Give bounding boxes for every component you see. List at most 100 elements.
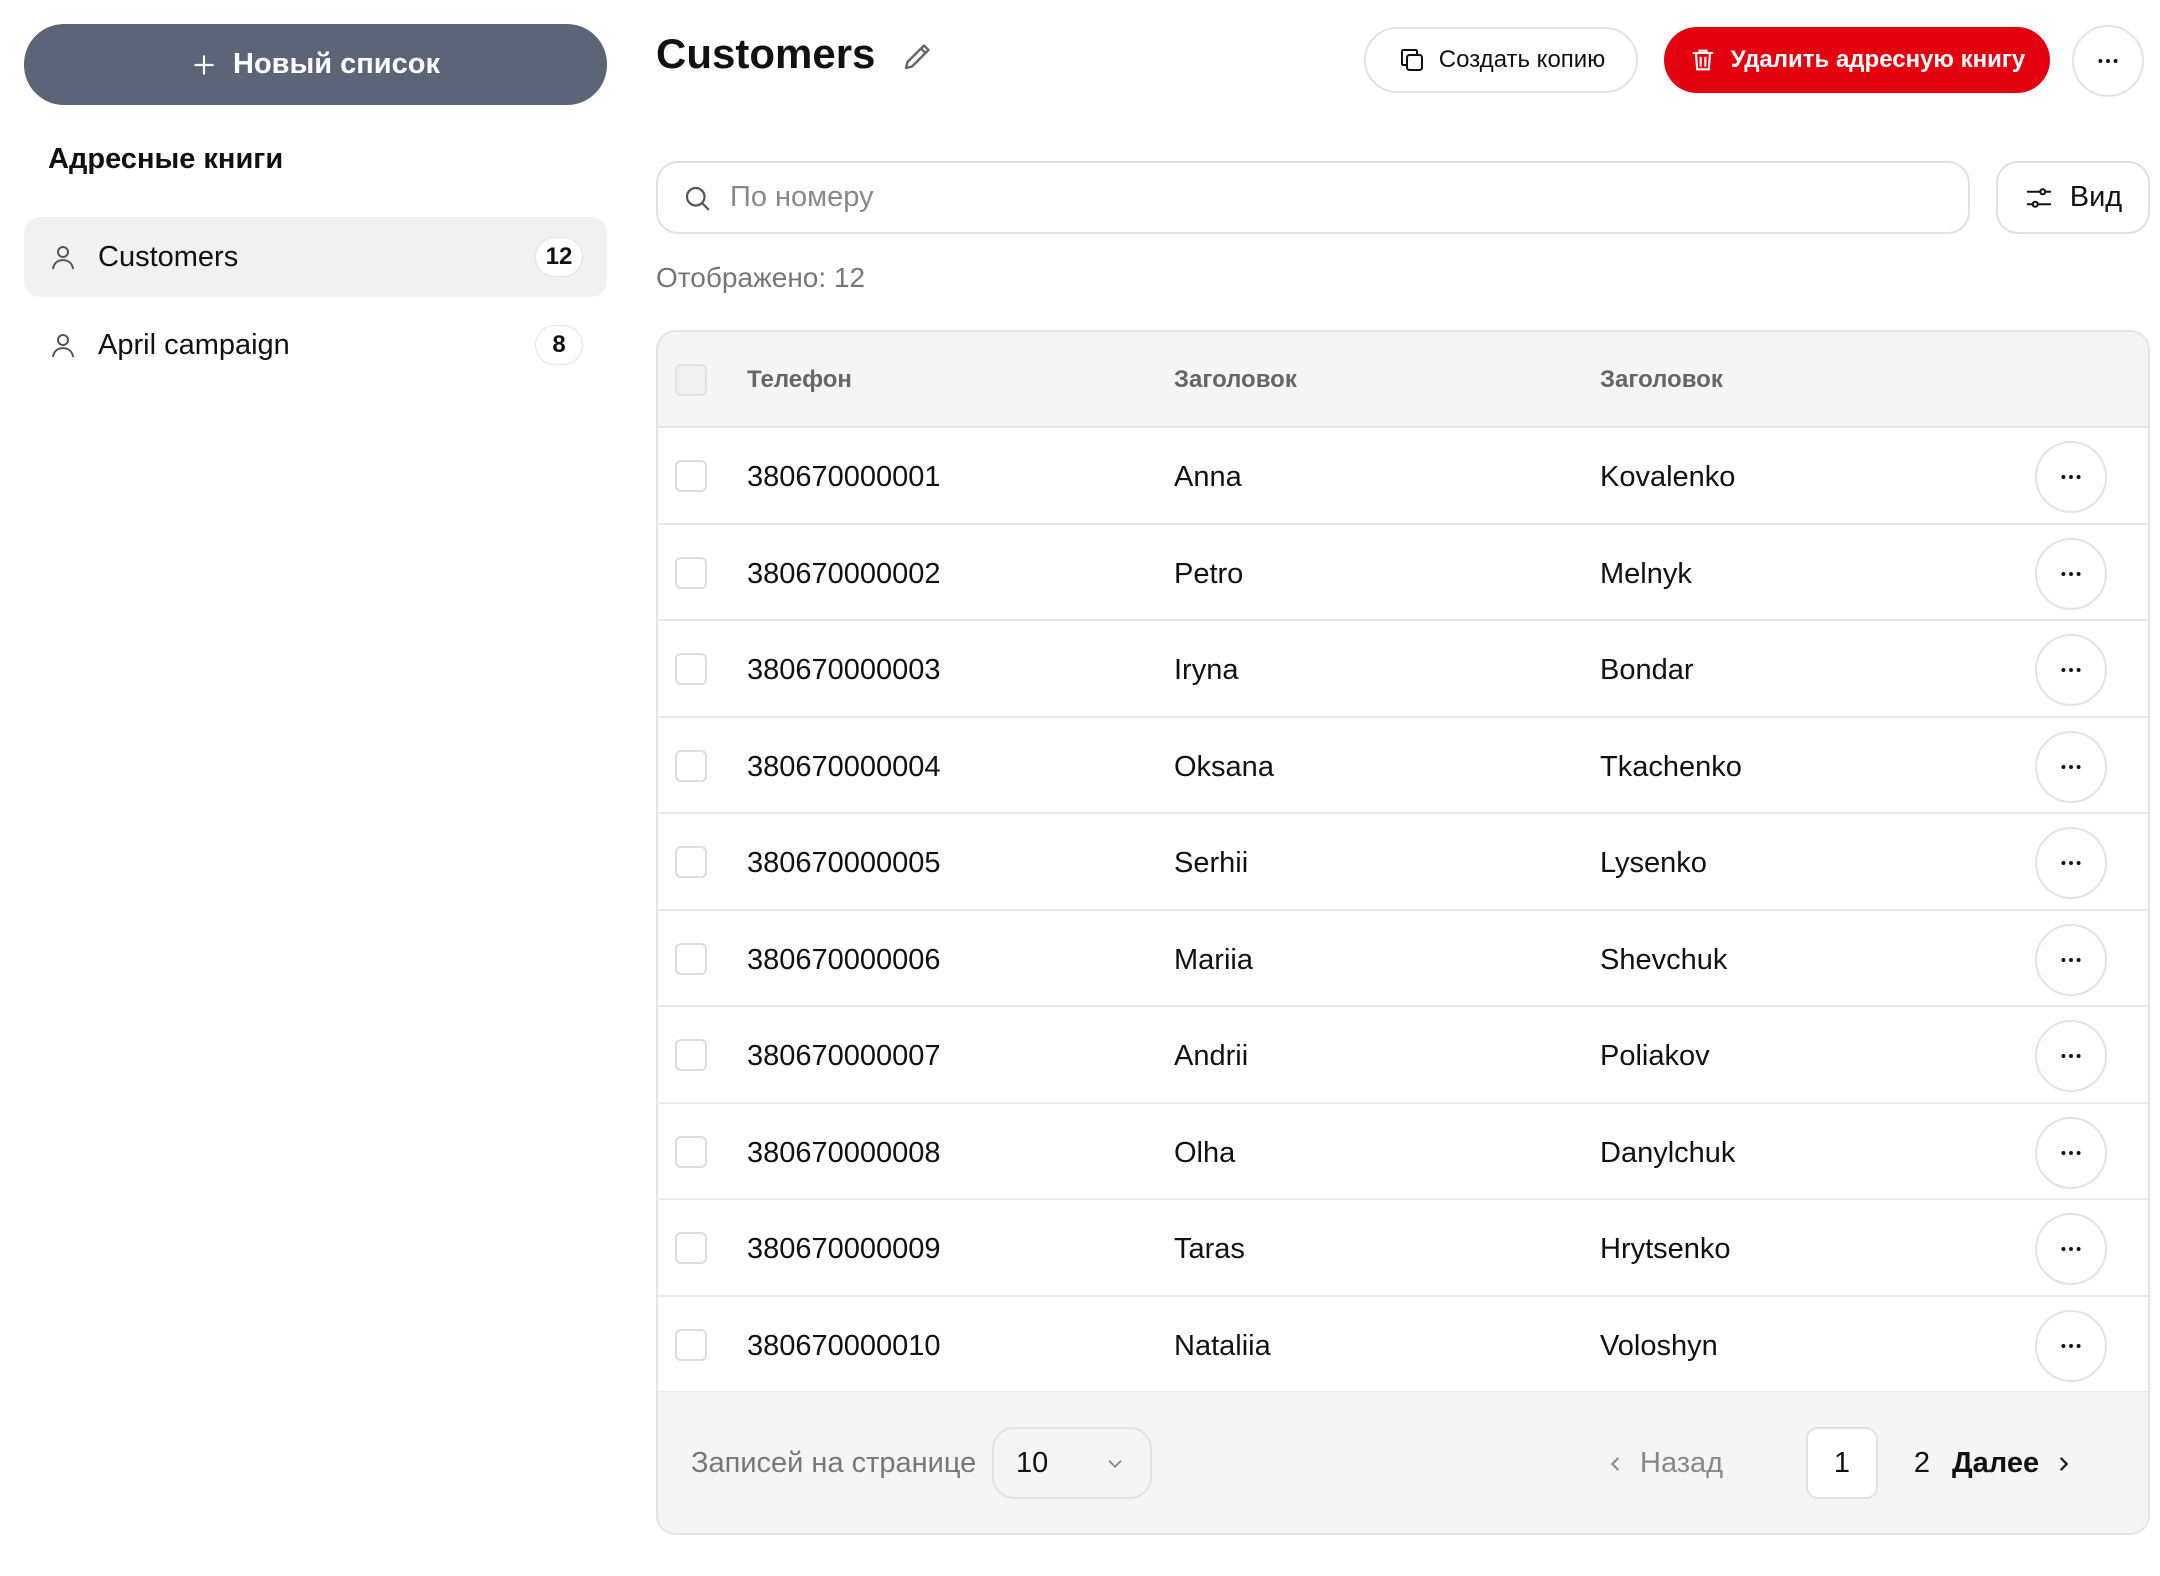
- cell-first-name: Serhii: [1174, 847, 1249, 879]
- more-horizontal-icon: [2061, 668, 2081, 672]
- page-button-1[interactable]: 1: [1806, 1427, 1878, 1499]
- main-content: Customers Создать копию Удалить адресную…: [656, 0, 2150, 1576]
- search-box: [656, 161, 1970, 234]
- row-more-button[interactable]: [2035, 1309, 2107, 1382]
- row-checkbox[interactable]: [675, 1328, 707, 1361]
- create-copy-button[interactable]: Создать копию: [1364, 27, 1638, 93]
- more-horizontal-icon: [2061, 1247, 2081, 1251]
- table-row[interactable]: 380670000002 Petro Melnyk: [658, 525, 2148, 621]
- search-icon: [685, 186, 710, 210]
- row-checkbox[interactable]: [675, 749, 707, 782]
- cell-last-name: Danylchuk: [1600, 1136, 1736, 1169]
- more-horizontal-icon: [2061, 475, 2081, 479]
- table-row[interactable]: 380670000004 Oksana Tkachenko: [658, 718, 2148, 814]
- table-row[interactable]: 380670000006 Mariia Shevchuk: [658, 911, 2148, 1007]
- cell-last-name: Kovalenko: [1600, 461, 1736, 493]
- table-row[interactable]: 380670000008 Olha Danylchuk: [658, 1104, 2148, 1200]
- new-list-label: Новый список: [233, 48, 440, 80]
- row-more-button[interactable]: [2035, 634, 2107, 706]
- per-page-select[interactable]: 10: [992, 1427, 1152, 1499]
- row-checkbox[interactable]: [675, 653, 707, 685]
- row-checkbox[interactable]: [675, 556, 707, 589]
- row-checkbox[interactable]: [675, 846, 707, 878]
- chevron-right-icon: [2060, 1456, 2069, 1471]
- user-icon: [48, 242, 78, 272]
- sidebar-item-april-campaign[interactable]: April campaign 8: [24, 305, 607, 385]
- row-checkbox[interactable]: [675, 460, 707, 492]
- plus-icon: [194, 54, 214, 75]
- table-row[interactable]: 380670000009 Taras Hrytsenko: [658, 1200, 2148, 1297]
- prev-page-button[interactable]: Назад: [1604, 1447, 1723, 1480]
- count-badge: 12: [535, 237, 583, 277]
- row-more-button[interactable]: [2035, 1020, 2107, 1092]
- more-horizontal-icon: [2061, 571, 2081, 576]
- cell-phone: 380670000010: [747, 1329, 941, 1362]
- cell-last-name: Hrytsenko: [1600, 1233, 1731, 1265]
- row-more-button[interactable]: [2035, 1213, 2107, 1285]
- row-more-button[interactable]: [2035, 827, 2107, 899]
- next-page-button[interactable]: Далее: [1952, 1447, 2075, 1480]
- shown-count: Отображено: 12: [656, 262, 866, 293]
- row-more-button[interactable]: [2035, 537, 2107, 610]
- row-more-button[interactable]: [2035, 1116, 2107, 1189]
- pencil-icon[interactable]: [900, 38, 936, 74]
- cell-first-name: Olha: [1174, 1136, 1236, 1169]
- cell-last-name: Shevchuk: [1600, 943, 1728, 976]
- create-copy-label: Создать копию: [1438, 46, 1606, 73]
- cell-last-name: Poliakov: [1600, 1040, 1710, 1072]
- cell-first-name: Oksana: [1174, 750, 1274, 783]
- row-checkbox[interactable]: [675, 1135, 707, 1168]
- table-row[interactable]: 380670000003 Iryna Bondar: [658, 621, 2148, 718]
- search-input[interactable]: [730, 181, 1930, 214]
- cell-last-name: Voloshyn: [1600, 1329, 1718, 1362]
- column-header-title-2[interactable]: Заголовок: [1600, 366, 1723, 394]
- more-options-button[interactable]: [2072, 25, 2144, 97]
- address-books-title: Адресные книги: [48, 143, 284, 175]
- page-button-2[interactable]: 2: [1886, 1427, 1958, 1499]
- new-list-button[interactable]: Новый список: [24, 24, 607, 105]
- trash-icon: [1692, 49, 1714, 71]
- cell-last-name: Bondar: [1600, 654, 1694, 686]
- cell-first-name: Iryna: [1174, 654, 1239, 686]
- more-horizontal-icon: [2061, 1343, 2081, 1348]
- cell-first-name: Petro: [1174, 557, 1244, 590]
- chevron-left-icon: [1610, 1456, 1619, 1471]
- table-row[interactable]: 380670000010 Nataliia Voloshyn: [658, 1297, 2148, 1393]
- cell-last-name: Melnyk: [1600, 557, 1692, 590]
- table-footer: Записей на странице 10 Назад 1 2 Далее: [658, 1392, 2148, 1533]
- cell-phone: 380670000004: [747, 750, 941, 783]
- sliders-icon: [2026, 187, 2052, 208]
- delete-address-book-button[interactable]: Удалить адресную книгу: [1664, 27, 2050, 93]
- cell-phone: 380670000001: [747, 461, 941, 493]
- cell-last-name: Lysenko: [1600, 847, 1707, 879]
- table-row[interactable]: 380670000001 Anna Kovalenko: [658, 428, 2148, 525]
- column-header-title-1[interactable]: Заголовок: [1174, 366, 1297, 394]
- sidebar-item-label: Customers: [98, 240, 239, 273]
- cell-phone: 380670000002: [747, 557, 941, 590]
- more-horizontal-icon: [2061, 861, 2081, 865]
- select-all-checkbox[interactable]: [675, 364, 707, 396]
- more-horizontal-icon: [2098, 59, 2118, 63]
- row-more-button[interactable]: [2035, 730, 2107, 803]
- cell-phone: 380670000009: [747, 1233, 941, 1265]
- more-horizontal-icon: [2061, 1054, 2081, 1058]
- row-checkbox[interactable]: [675, 1232, 707, 1264]
- row-checkbox[interactable]: [675, 1039, 707, 1071]
- table-row[interactable]: 380670000005 Serhii Lysenko: [658, 814, 2148, 911]
- chevron-down-icon: [1108, 1460, 1122, 1469]
- cell-first-name: Taras: [1174, 1233, 1245, 1265]
- table-header: Телефон Заголовок Заголовок: [658, 332, 2148, 428]
- column-header-phone[interactable]: Телефон: [747, 366, 852, 394]
- row-more-button[interactable]: [2035, 923, 2107, 996]
- cell-phone: 380670000003: [747, 654, 941, 686]
- contacts-table: Телефон Заголовок Заголовок 380670000001…: [656, 330, 2150, 1535]
- table-row[interactable]: 380670000007 Andrii Poliakov: [658, 1007, 2148, 1104]
- row-checkbox[interactable]: [675, 942, 707, 975]
- page-title: Customers: [656, 30, 876, 77]
- view-button[interactable]: Вид: [1996, 161, 2150, 234]
- sidebar-item-customers[interactable]: Customers 12: [24, 217, 607, 297]
- cell-first-name: Andrii: [1174, 1040, 1249, 1072]
- delete-label: Удалить адресную книгу: [1730, 46, 2026, 73]
- cell-phone: 380670000007: [747, 1040, 941, 1072]
- row-more-button[interactable]: [2035, 441, 2107, 513]
